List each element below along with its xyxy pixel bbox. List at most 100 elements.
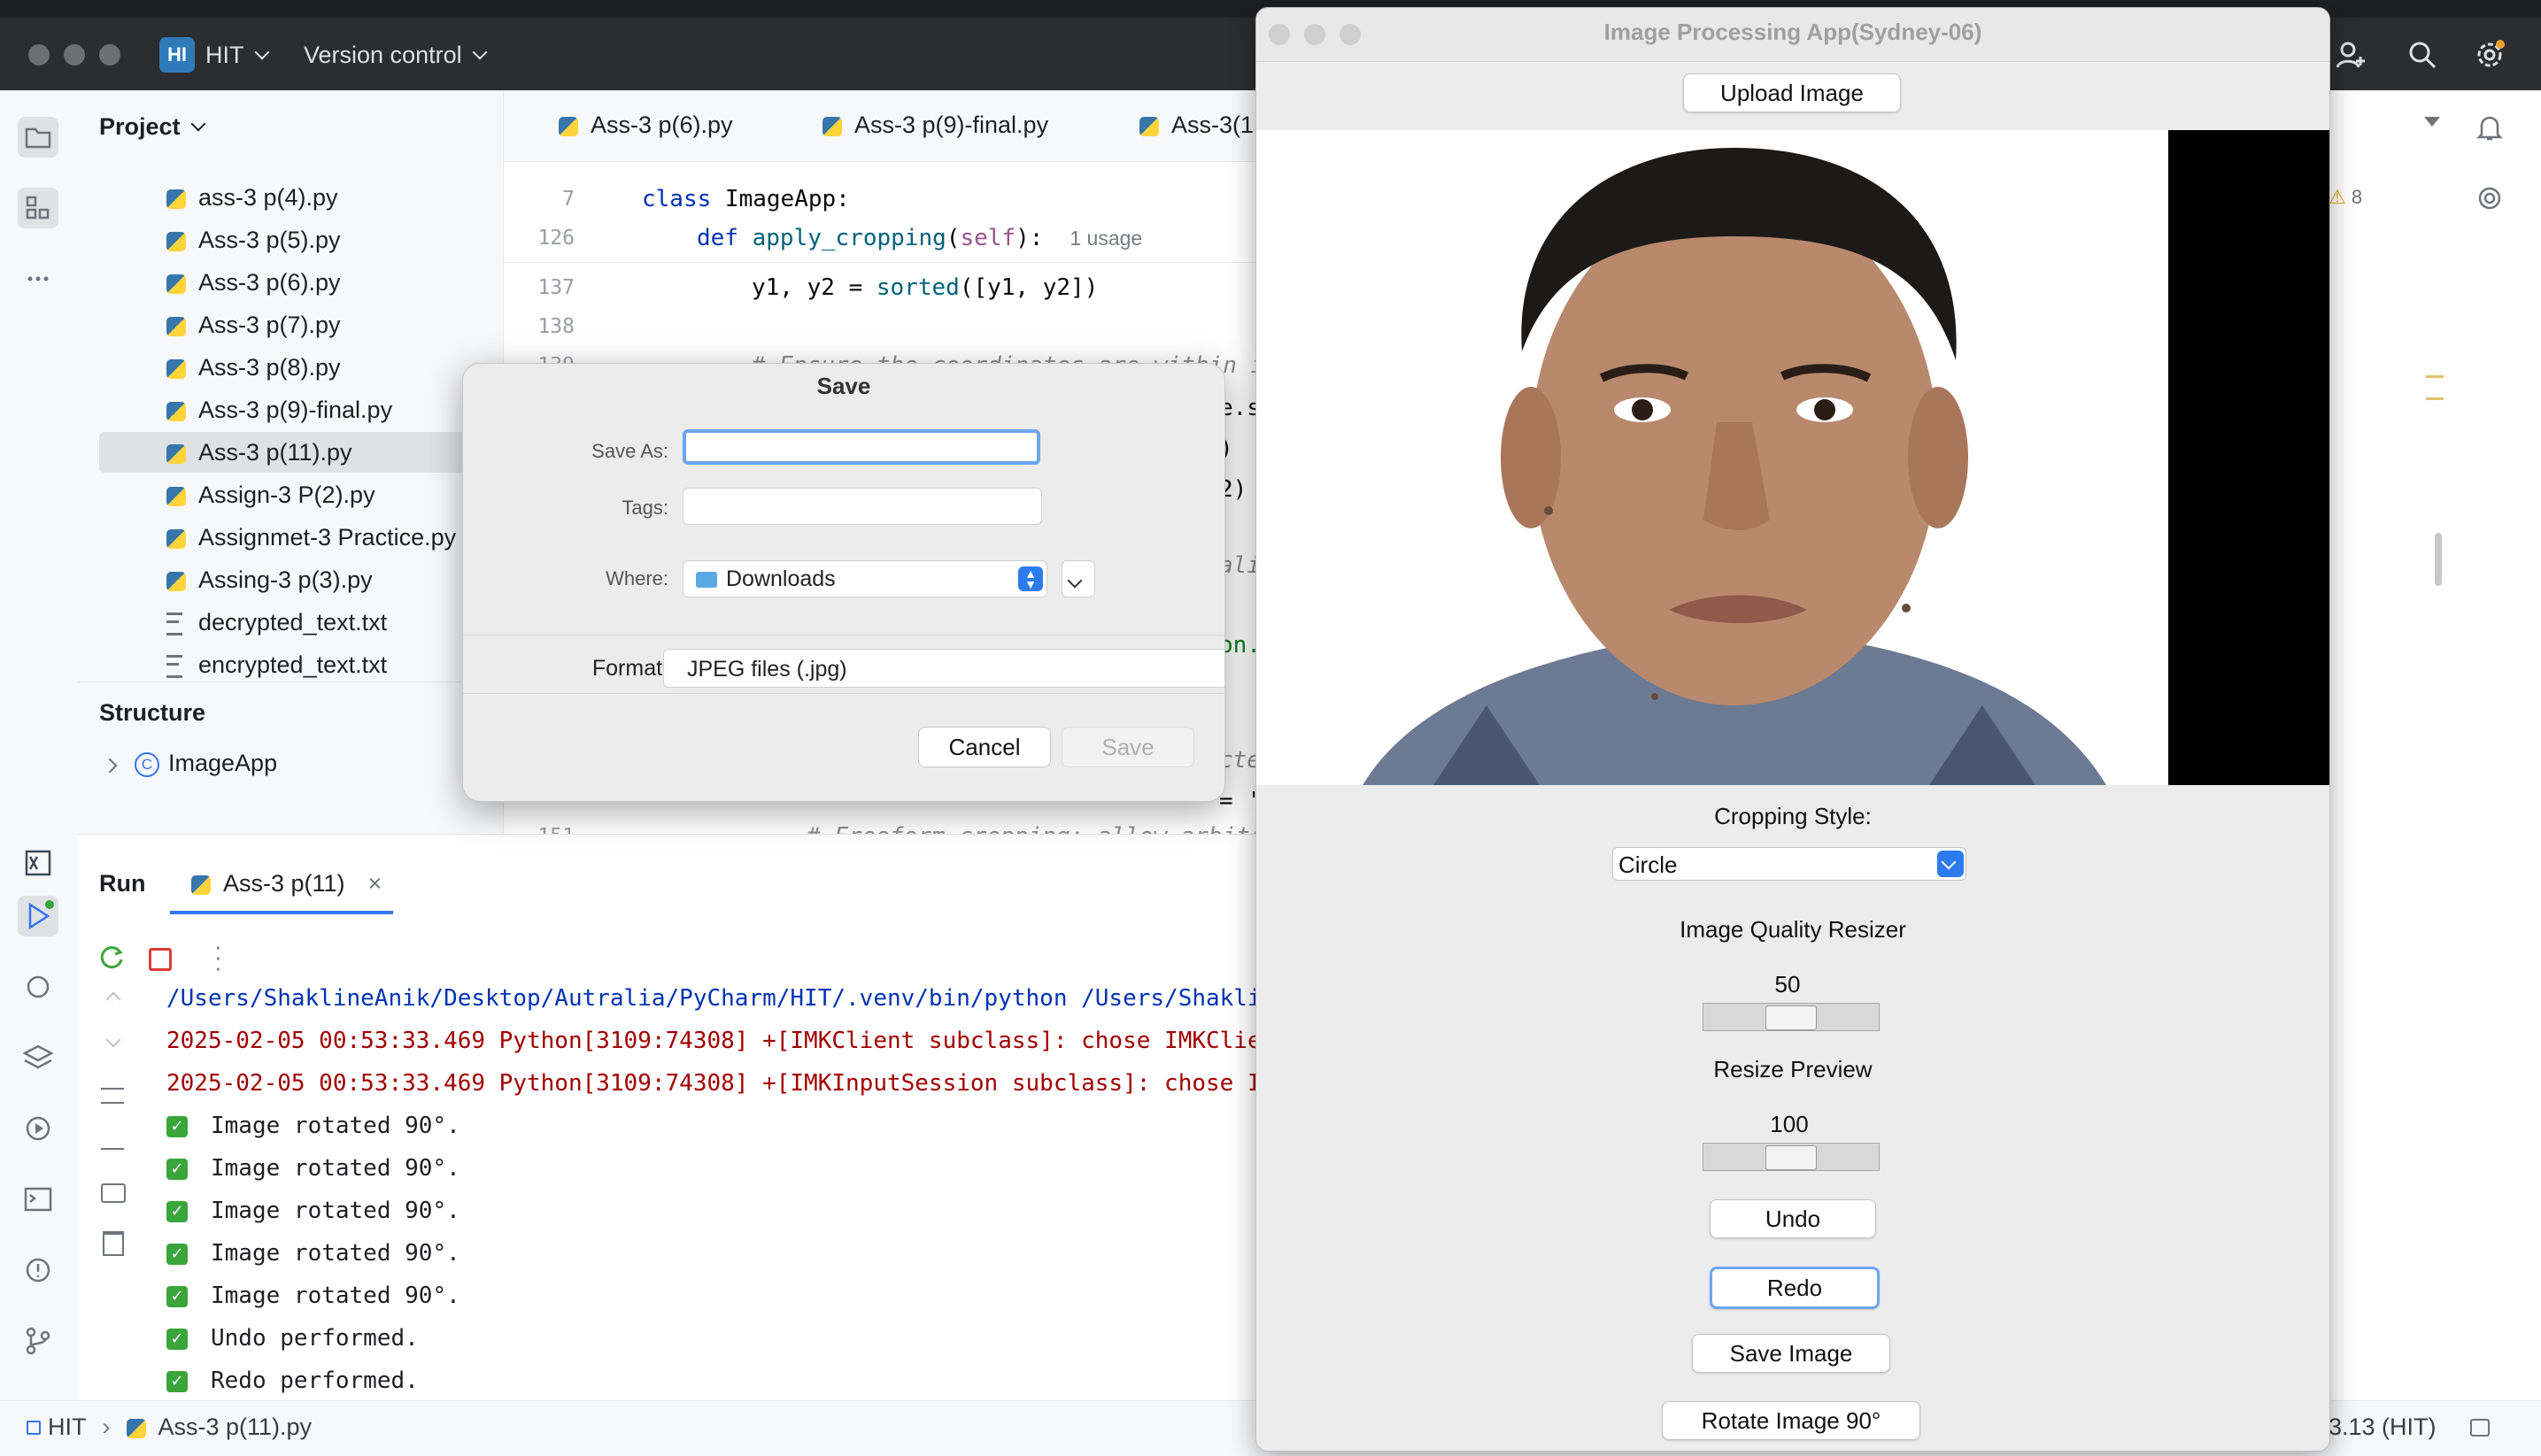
console-line: ✓ Redo performed. <box>166 1367 419 1394</box>
file-tree-item[interactable]: decrypted_text.txt <box>166 602 387 643</box>
breadcrumb-separator: › <box>102 1414 111 1440</box>
close-tab-icon[interactable]: × <box>368 870 382 897</box>
file-tree-item[interactable]: Assign-3 P(2).py <box>166 474 375 515</box>
image-quality-slider[interactable] <box>1703 1003 1880 1031</box>
structure-item[interactable]: C ImageApp <box>102 750 278 777</box>
text-file-icon <box>166 654 182 678</box>
console-text: Image rotated 90°. <box>211 1113 460 1139</box>
chevron-right-icon[interactable] <box>102 758 118 774</box>
editor-tab-bar: Ass-3 p(6).py Ass-3 p(9)-final.py Ass-3(… <box>504 90 1256 162</box>
python-file-icon <box>823 116 842 136</box>
more-icon[interactable] <box>18 258 58 299</box>
usage-hint[interactable]: 1 usage <box>1070 227 1142 250</box>
slider-thumb[interactable] <box>1765 1005 1817 1030</box>
scroll-to-end-icon[interactable] <box>101 1136 124 1150</box>
project-selector[interactable]: HIT <box>205 42 269 69</box>
zoom-window-button[interactable] <box>99 44 120 65</box>
run-tab[interactable]: Ass-3 p(11) × <box>191 870 382 897</box>
folder-icon[interactable] <box>18 117 58 158</box>
editor-tab[interactable]: Ass-3(1 <box>1139 112 1254 139</box>
more-options-icon[interactable]: · · · <box>214 935 222 979</box>
scroll-up-icon[interactable] <box>105 991 121 1007</box>
code-builtin: sorted <box>876 274 960 301</box>
format-select[interactable]: JPEG files (.jpg) <box>663 649 1224 688</box>
settings-icon[interactable] <box>2472 37 2507 73</box>
expand-dialog-button[interactable] <box>1062 560 1095 597</box>
excel-icon[interactable] <box>18 843 58 883</box>
project-panel-title[interactable]: Project <box>99 113 206 141</box>
python-file-icon <box>166 443 186 464</box>
file-tree-item[interactable]: Assignmet-3 Practice.py <box>166 517 456 558</box>
file-name: Assing-3 p(3).py <box>198 566 373 593</box>
structure-item-label: ImageApp <box>168 750 278 776</box>
editor-scrollbar[interactable] <box>2435 533 2442 586</box>
tags-field[interactable] <box>683 488 1042 525</box>
ai-assistant-icon[interactable] <box>2474 182 2506 214</box>
close-window-button[interactable] <box>28 44 50 65</box>
layers-icon[interactable] <box>18 1037 58 1078</box>
minimize-window-button[interactable] <box>64 44 85 65</box>
add-user-icon[interactable] <box>2334 37 2369 73</box>
chevron-down-icon[interactable] <box>2424 117 2440 127</box>
trash-icon[interactable] <box>103 1231 124 1256</box>
breadcrumb[interactable]: HIT › Ass-3 p(11).py <box>27 1414 312 1441</box>
vcs-menu[interactable]: Version control <box>304 42 488 69</box>
file-tree-item[interactable]: Ass-3 p(9)-final.py <box>166 389 392 430</box>
console-text: Image rotated 90°. <box>211 1283 460 1309</box>
file-tree-item[interactable]: Ass-3 p(8).py <box>166 347 341 388</box>
notifications-icon[interactable] <box>2474 112 2506 143</box>
file-tree-item[interactable]: encrypted_text.txt <box>166 644 387 685</box>
save-as-field[interactable] <box>683 429 1040 465</box>
save-image-button[interactable]: Save Image <box>1692 1334 1890 1373</box>
chevron-down-icon <box>254 44 269 60</box>
cropping-style-select[interactable]: Circle <box>1612 847 1966 881</box>
slider-thumb[interactable] <box>1765 1145 1817 1170</box>
file-tree-item[interactable]: Assing-3 p(3).py <box>166 559 373 600</box>
terminal-icon[interactable] <box>18 1179 58 1220</box>
search-icon[interactable] <box>2405 37 2440 73</box>
scroll-down-icon[interactable] <box>105 1032 121 1048</box>
structure-icon[interactable] <box>18 188 58 228</box>
run-icon[interactable] <box>18 896 58 936</box>
file-tree-item[interactable]: Ass-3 p(5).py <box>166 220 341 260</box>
save-button[interactable]: Save <box>1062 727 1194 767</box>
code-fragment: = ' <box>1219 788 1261 814</box>
console-text: /Users/ShaklineAnik/Desktop/Autralia/PyC… <box>166 985 1262 1012</box>
problems-icon[interactable] <box>18 1250 58 1290</box>
file-tree-item[interactable]: ass-3 p(4).py <box>166 177 338 218</box>
lock-icon[interactable] <box>2470 1419 2490 1437</box>
breadcrumb-project[interactable]: HIT <box>48 1414 87 1440</box>
line-number: 137 <box>537 276 575 299</box>
python-file-icon <box>166 571 186 591</box>
python-file-icon <box>191 874 211 895</box>
redo-button[interactable]: Redo <box>1710 1267 1880 1309</box>
rotate-image-button[interactable]: Rotate Image 90° <box>1662 1401 1920 1440</box>
where-select[interactable]: Downloads ▲ ▼ <box>683 560 1047 597</box>
editor-tab[interactable]: Ass-3 p(9)-final.py <box>823 112 1048 139</box>
console-line: 2025-02-05 00:53:33.469 Python[3109:7430… <box>166 1028 1262 1054</box>
file-name: Ass-3 p(7).py <box>198 312 341 338</box>
git-icon[interactable] <box>18 1321 58 1361</box>
code-fragment: ali <box>1219 552 1261 579</box>
services-icon[interactable] <box>18 1108 58 1149</box>
stop-icon[interactable] <box>149 948 172 971</box>
undo-button[interactable]: Undo <box>1710 1199 1876 1238</box>
python-file-icon <box>166 231 186 251</box>
warnings-indicator[interactable]: ⚠ 8 <box>2329 186 2362 209</box>
soft-wrap-icon[interactable] <box>101 1088 124 1104</box>
interpreter-status[interactable]: 3.13 (HIT) <box>2329 1414 2437 1441</box>
python-console-icon[interactable] <box>18 967 58 1007</box>
file-tree-item[interactable]: Ass-3 p(7).py <box>166 304 341 345</box>
print-icon[interactable] <box>101 1183 126 1203</box>
console-text: 2025-02-05 00:53:33.469 Python[3109:7430… <box>166 1070 1262 1097</box>
cancel-button[interactable]: Cancel <box>918 727 1051 767</box>
project-panel-title-text: Project <box>99 113 181 140</box>
python-file-icon <box>166 358 186 379</box>
upload-image-button[interactable]: Upload Image <box>1683 73 1901 112</box>
run-panel: Run Ass-3 p(11) × · · · /Users/ShaklineAnik… <box>78 834 1262 1401</box>
resize-preview-slider[interactable] <box>1703 1143 1880 1171</box>
file-tree-item[interactable]: Ass-3 p(6).py <box>166 262 341 303</box>
breadcrumb-file[interactable]: Ass-3 p(11).py <box>158 1414 313 1440</box>
rerun-icon[interactable] <box>97 943 127 973</box>
editor-tab[interactable]: Ass-3 p(6).py <box>559 112 733 139</box>
